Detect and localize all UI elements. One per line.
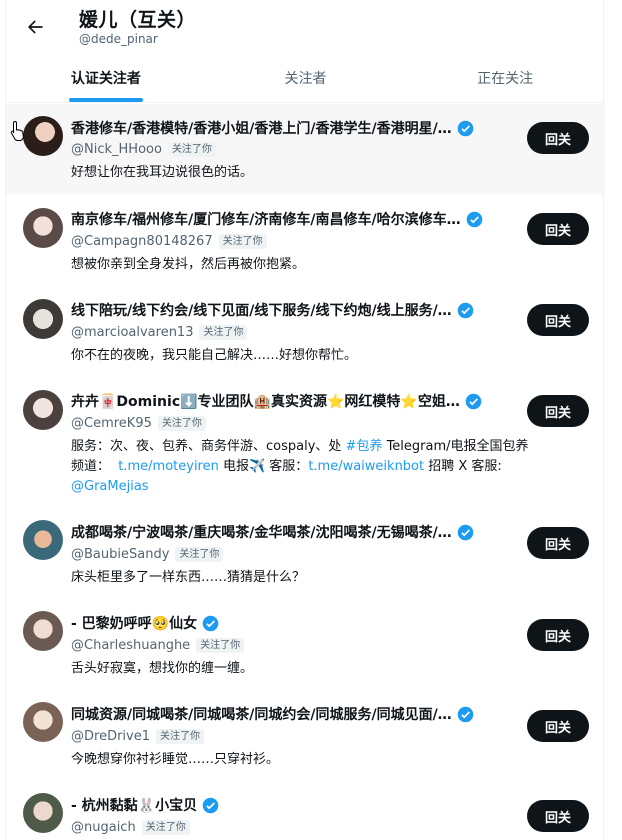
follows-you-badge: 关注了你 [167,141,216,157]
user-bio: 床头柜里多了一样东西……猜猜是什么？ [71,570,306,585]
verified-badge-icon [465,393,482,409]
bio-text: 频道： [71,459,119,474]
user-name[interactable]: 卉卉🀄Dominic⬇️专业团队🏨真实资源⭐网红模特⭐空姐… [71,391,507,411]
verified-badge-icon [457,120,473,136]
follows-you-badge: 关注了你 [218,233,267,249]
follow-back-button[interactable]: 回关 [527,800,589,832]
follow-back-button[interactable]: 回关 [527,213,589,245]
user-row[interactable]: 香港修车/香港模特/香港小姐/香港上门/香港学生/香港明星/… @Nick_HH… [6,104,605,194]
user-name-text: 南京修车/福州修车/厦门修车/济南修车/南昌修车/哈尔滨修车… [71,212,461,228]
follow-back-button[interactable]: 回关 [527,527,589,559]
user-bio: 你不在的夜晚，我只能自己解决……好想你帮忙。 [71,348,358,363]
telegram-link[interactable]: t.me/waiweiknbot [308,459,424,474]
user-name[interactable]: 香港修车/香港模特/香港小姐/香港上门/香港学生/香港明星/… [71,118,507,138]
user-handle-text: @marcioalvaren13 [71,324,194,340]
follows-you-badge: 关注了你 [141,819,190,835]
user-bio: 好想让你在我耳边说很色的话。 [71,165,254,180]
tab-bar: 认证关注者 关注者 正在关注 [6,54,605,103]
mention-link[interactable]: @GraMejias [71,479,149,494]
user-handle[interactable]: @BaubieSandy 关注了你 [71,545,224,563]
user-name[interactable]: - 巴黎奶呼呼🥺仙女 [71,613,507,633]
page-handle: @dede_pinar [79,32,158,46]
follows-you-badge: 关注了你 [175,546,224,562]
user-avatar[interactable] [23,702,63,742]
user-handle-text: @DreDrive1 [71,728,150,744]
user-handle-text: @Campagn80148267 [71,233,213,249]
follow-back-button[interactable]: 回关 [527,122,589,154]
follow-back-button[interactable]: 回关 [527,710,589,742]
user-row[interactable]: - 杭州黏黏🐰小宝贝 @nugaich 关注了你 回关 [6,788,605,840]
back-button[interactable] [18,10,52,44]
user-handle[interactable]: @Campagn80148267 关注了你 [71,232,267,250]
user-name[interactable]: 南京修车/福州修车/厦门修车/济南修车/南昌修车/哈尔滨修车… [71,209,507,229]
bio-text: 服务：次、夜、包养、商务伴游、cospaly、处 [71,439,346,454]
user-handle-text: @Charleshuanghe [71,637,191,653]
verified-badge-icon [457,524,473,540]
user-bio: 服务：次、夜、包养、商务伴游、cospaly、处 #包养 Telegram/电报… [71,437,587,497]
follows-you-badge: 关注了你 [196,637,245,653]
user-name[interactable]: - 杭州黏黏🐰小宝贝 [71,795,507,815]
arrow-left-icon [28,20,43,34]
user-handle[interactable]: @Charleshuanghe 关注了你 [71,636,245,654]
verified-badge-icon [457,706,473,722]
hashtag-link[interactable]: #包养 [346,439,383,454]
user-bio: 舌头好寂寞，想找你的缠一缠。 [71,661,254,676]
user-bio: 今晚想穿你衬衫睡觉……只穿衬衫。 [71,752,280,767]
follow-back-button[interactable]: 回关 [527,304,589,336]
verified-badge-icon [202,797,219,813]
telegram-link[interactable]: t.me/moteyiren [118,459,219,474]
user-handle-text: @BaubieSandy [71,546,170,562]
user-handle-text: @nugaich [71,819,136,835]
user-row[interactable]: - 巴黎奶呼呼🥺仙女 @Charleshuanghe 关注了你 舌头好寂寞，想找… [6,606,605,697]
user-name-text: - 杭州黏黏🐰小宝贝 [71,798,198,814]
bio-text: Telegram/电报全国包养 [382,439,529,454]
bio-text: 电报✈️ 客服： [218,459,309,474]
user-row[interactable]: 成都喝茶/宁波喝茶/重庆喝茶/金华喝茶/沈阳喝茶/无锡喝茶/… @BaubieS… [6,515,605,606]
user-bio: 想被你亲到全身发抖，然后再被你抱紧。 [71,257,306,272]
user-name-text: 香港修车/香港模特/香港小姐/香港上门/香港学生/香港明星/… [71,121,452,137]
verified-badge-icon [466,211,482,227]
user-name-text: - 巴黎奶呼呼🥺仙女 [71,616,198,632]
user-row[interactable]: 同城资源/同城喝茶/同城喝茶/同城约会/同城服务/同城见面/… @DreDriv… [6,697,605,788]
hand-cursor-icon [10,120,24,141]
tab-followers[interactable]: 关注者 [206,54,406,102]
follow-back-button[interactable]: 回关 [527,619,589,651]
verified-badge-icon [202,615,219,631]
user-handle-text: @CemreK95 [71,415,152,431]
user-name[interactable]: 同城资源/同城喝茶/同城喝茶/同城约会/同城服务/同城见面/… [71,704,507,724]
user-name[interactable]: 线下陪玩/线下约会/线下见面/线下服务/线下约炮/线上服务/… [71,300,507,320]
user-row[interactable]: 线下陪玩/线下约会/线下见面/线下服务/线下约炮/线上服务/… @marcioa… [6,285,605,376]
user-name-text: 线下陪玩/线下约会/线下见面/线下服务/线下约炮/线上服务/… [71,303,452,319]
user-handle[interactable]: @marcioalvaren13 关注了你 [71,323,248,341]
user-handle-text: @Nick_HHooo [71,141,162,157]
follows-you-badge: 关注了你 [199,324,248,340]
user-avatar[interactable] [23,116,63,156]
user-handle[interactable]: @Nick_HHooo 关注了你 [71,140,216,158]
user-avatar[interactable] [23,208,63,248]
user-name-text: 卉卉🀄Dominic⬇️专业团队🏨真实资源⭐网红模特⭐空姐… [71,394,460,410]
user-name[interactable]: 成都喝茶/宁波喝茶/重庆喝茶/金华喝茶/沈阳喝茶/无锡喝茶/… [71,522,507,542]
bio-text: 招聘 X 客服: [424,459,502,474]
user-row[interactable]: 南京修车/福州修车/厦门修车/济南修车/南昌修车/哈尔滨修车… @Campagn… [6,194,605,285]
follows-you-badge: 关注了你 [156,728,204,744]
user-avatar[interactable] [23,299,63,339]
user-name-text: 同城资源/同城喝茶/同城喝茶/同城约会/同城服务/同城见面/… [71,707,452,723]
verified-badge-icon [457,302,473,318]
user-avatar[interactable] [23,611,63,651]
page-title: 媛儿（互关） [79,9,197,31]
user-name-text: 成都喝茶/宁波喝茶/重庆喝茶/金华喝茶/沈阳喝茶/无锡喝茶/… [71,525,452,541]
user-handle[interactable]: @nugaich 关注了你 [71,818,190,836]
page-header: 媛儿（互关） @dede_pinar [6,0,605,54]
follow-back-button[interactable]: 回关 [527,395,589,427]
tab-verified-followers[interactable]: 认证关注者 [6,54,206,102]
user-avatar[interactable] [23,520,63,560]
user-row[interactable]: 卉卉🀄Dominic⬇️专业团队🏨真实资源⭐网红模特⭐空姐… @CemreK95… [6,376,605,515]
user-handle[interactable]: @DreDrive1 关注了你 [71,727,204,745]
user-handle[interactable]: @CemreK95 关注了你 [71,414,206,432]
follows-you-badge: 关注了你 [157,415,206,431]
user-avatar[interactable] [23,390,63,430]
profile-follow-page: 媛儿（互关） @dede_pinar 认证关注者 关注者 正在关注 香港修车/香… [5,0,605,840]
tab-following[interactable]: 正在关注 [405,54,605,102]
user-avatar[interactable] [23,793,63,833]
